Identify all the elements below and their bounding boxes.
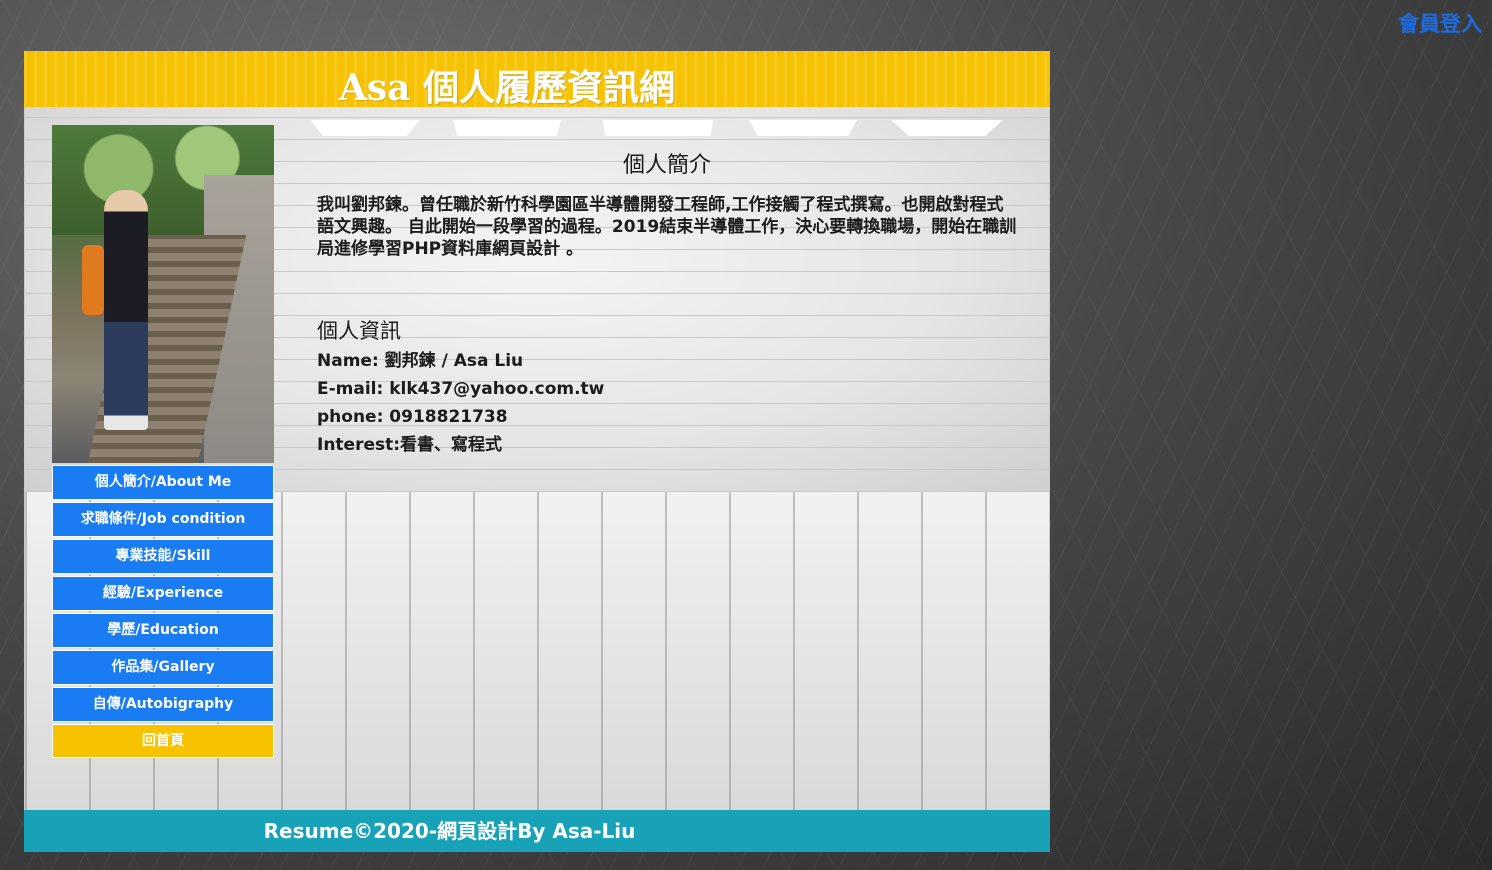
- about-heading: 個人簡介: [622, 153, 711, 178]
- resume-site: Asa 個人履歷資訊網 個人簡介/About Me 求職條件/Job condi…: [24, 51, 1050, 852]
- ceiling-light: [891, 120, 1003, 136]
- ceiling-light: [453, 120, 561, 136]
- info-interest: Interest:看書、寫程式: [317, 435, 503, 455]
- main-area: 個人簡介/About Me 求職條件/Job condition 專業技能/Sk…: [24, 107, 1050, 810]
- nav-about-me-button[interactable]: 個人簡介/About Me: [52, 465, 274, 500]
- nav-experience-button[interactable]: 經驗/Experience: [52, 576, 274, 611]
- ceiling-light: [603, 120, 713, 136]
- nav-gallery-button[interactable]: 作品集/Gallery: [52, 650, 274, 685]
- home-button[interactable]: 回首頁: [52, 724, 274, 758]
- ceiling-light: [749, 120, 857, 136]
- info-phone: phone: 0918821738: [317, 407, 508, 427]
- content-panel: 個人簡介 我叫劉邦鍊。曾任職於新竹科學園區半導體開發工程師,工作接觸了程式撰寫。…: [317, 147, 1017, 459]
- profile-photo: [52, 125, 274, 463]
- sidebar: 個人簡介/About Me 求職條件/Job condition 專業技能/Sk…: [52, 125, 274, 758]
- about-text: 我叫劉邦鍊。曾任職於新竹科學園區半導體開發工程師,工作接觸了程式撰寫。也開啟對程…: [317, 195, 1017, 259]
- nav-skill-button[interactable]: 專業技能/Skill: [52, 539, 274, 574]
- info-name: Name: 劉邦鍊 / Asa Liu: [317, 351, 524, 371]
- nav-job-condition-button[interactable]: 求職條件/Job condition: [52, 502, 274, 537]
- info-heading: 個人資訊: [317, 319, 401, 343]
- member-login-link[interactable]: 會員登入: [1398, 8, 1482, 38]
- site-title: Asa 個人履歷資訊網: [338, 67, 676, 109]
- ceiling-light: [310, 120, 420, 136]
- nav-education-button[interactable]: 學歷/Education: [52, 613, 274, 648]
- info-email: E-mail: klk437@yahoo.com.tw: [317, 379, 605, 399]
- site-header: Asa 個人履歷資訊網: [24, 51, 1050, 109]
- nav-autobiography-button[interactable]: 自傳/Autobigraphy: [52, 687, 274, 722]
- site-footer: Resume©2020-網頁設計By Asa-Liu: [24, 810, 1050, 852]
